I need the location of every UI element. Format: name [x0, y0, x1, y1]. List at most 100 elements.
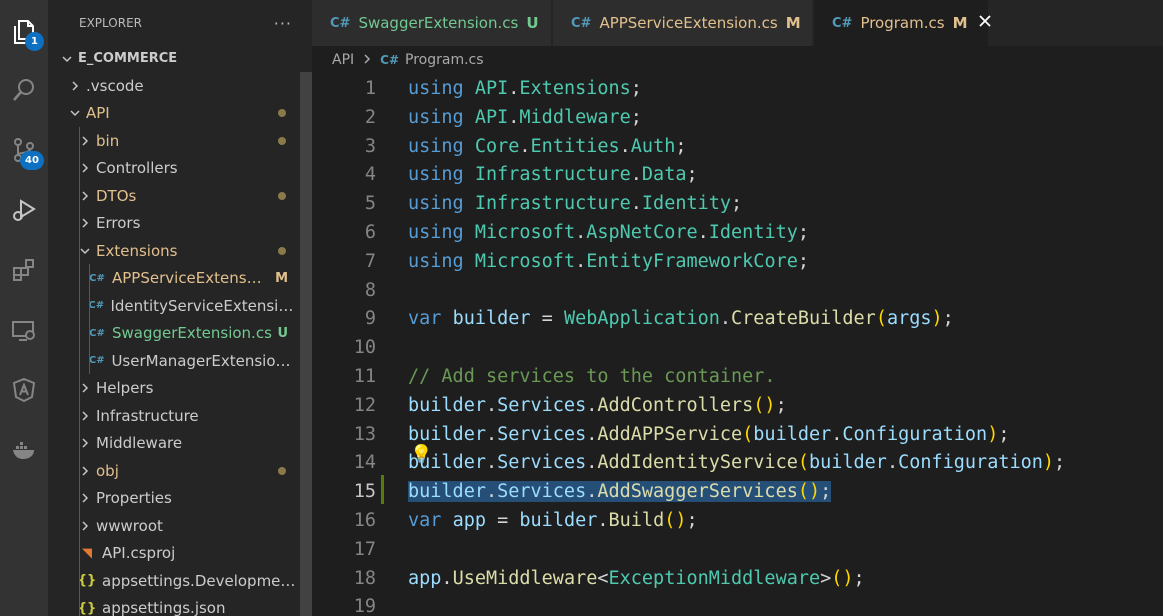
run-debug-icon[interactable]: [0, 186, 48, 234]
code-token: (: [875, 308, 887, 330]
csharp-file-icon: C#: [380, 53, 400, 67]
code-token: builder: [519, 510, 598, 531]
code-line[interactable]: 19: [312, 592, 1163, 616]
close-icon[interactable]: [978, 14, 992, 32]
code-token: .: [485, 452, 498, 474]
code-line[interactable]: 4 using Infrastructure.Data;: [312, 160, 1163, 189]
code-token: (: [742, 423, 754, 445]
code-line[interactable]: 3 using Core.Entities.Auth;: [312, 132, 1163, 161]
more-actions-button[interactable]: ···: [274, 14, 292, 33]
code-text: using Core.Entities.Auth;: [408, 136, 687, 157]
code-line[interactable]: 9 var builder = WebApplication.CreateBuil…: [312, 304, 1163, 333]
code-line[interactable]: 8: [312, 276, 1163, 305]
code-token: builder: [408, 452, 486, 474]
code-token: ;: [820, 481, 832, 503]
extensions-icon[interactable]: [0, 246, 48, 294]
tree-folder[interactable]: obj: [48, 457, 300, 484]
search-icon[interactable]: [0, 66, 48, 114]
code-token: ;: [675, 135, 687, 157]
code-token: .: [619, 135, 631, 157]
chevron-right-icon: [78, 465, 92, 476]
line-number: 15: [353, 481, 376, 503]
code-text: builder.Services.AddIdentityService(buil…: [408, 452, 1065, 473]
code-token: Infrastructure: [474, 164, 631, 186]
code-line[interactable]: 11 // Add services to the container.: [312, 362, 1163, 391]
code-token: var: [408, 510, 442, 531]
code-token: .: [597, 510, 609, 531]
tree-folder[interactable]: bin: [48, 127, 300, 154]
tree-folder[interactable]: Middleware: [48, 430, 300, 457]
code-token: .: [575, 250, 587, 272]
code-line[interactable]: 1 using API.Extensions;: [312, 74, 1163, 103]
code-token: API: [474, 106, 509, 128]
sidebar-scrollbar[interactable]: [300, 72, 312, 616]
code-line[interactable]: 6 using Microsoft.AspNetCore.Identity;: [312, 218, 1163, 247]
breadcrumb-folder[interactable]: API: [332, 52, 354, 68]
code-token: =: [485, 510, 520, 531]
chevron-right-icon: [78, 135, 92, 146]
code-line[interactable]: 14 builder.Services.AddIdentityService(bu…: [312, 448, 1163, 477]
tree-folder[interactable]: Properties: [48, 485, 300, 512]
tree-file[interactable]: C# UserManagerExtension.cs: [48, 347, 300, 374]
tree-folder[interactable]: Controllers: [48, 155, 300, 182]
docker-icon[interactable]: [0, 426, 48, 474]
remote-explorer-icon[interactable]: [0, 306, 48, 354]
workspace-root-label: E_COMMERCE: [78, 51, 178, 66]
chevron-right-icon: [78, 190, 92, 201]
code-line[interactable]: 16 var app = builder.Build();: [312, 506, 1163, 535]
code-token: .: [508, 106, 520, 128]
code-token: ): [1042, 452, 1055, 474]
scm-badge: 40: [20, 151, 44, 170]
code-token: .: [485, 423, 498, 445]
code-line[interactable]: 17: [312, 535, 1163, 564]
files-icon[interactable]: [0, 8, 48, 56]
code-line[interactable]: 15 builder.Services.AddSwaggerServices();: [312, 477, 1163, 506]
chevron-down-icon: [60, 54, 74, 64]
code-token: using: [408, 135, 464, 157]
code-line[interactable]: 10: [312, 333, 1163, 362]
code-token: app: [408, 567, 442, 589]
code-token: ;: [853, 567, 865, 589]
tab-program[interactable]: C# Program.cs M: [814, 0, 992, 46]
breadcrumb-file[interactable]: Program.cs: [405, 52, 484, 68]
tree-folder[interactable]: Helpers: [48, 375, 300, 402]
code-token: Middleware: [519, 106, 631, 128]
code-token: .: [831, 423, 843, 445]
tree-file[interactable]: C# SwaggerExtension.cs U: [48, 320, 300, 347]
tree-file[interactable]: {} appsettings.json: [48, 595, 300, 616]
code-line[interactable]: 18 app.UseMiddleware<ExceptionMiddleware>…: [312, 564, 1163, 593]
tree-file[interactable]: {} appsettings.Development.j...: [48, 567, 300, 594]
code-line[interactable]: 12 builder.Services.AddControllers();: [312, 391, 1163, 420]
code-text: builder.Services.AddAPPService(builder.C…: [408, 424, 1009, 445]
tree-folder[interactable]: .vscode: [48, 72, 300, 99]
code-line[interactable]: 2 using API.Middleware;: [312, 103, 1163, 132]
tree-file[interactable]: C# IdentityServiceExtension.cs: [48, 292, 300, 319]
code-line[interactable]: 13 builder.Services.AddAPPService(builder…: [312, 420, 1163, 449]
tree-file[interactable]: C# APPServiceExtensio... M: [48, 265, 300, 292]
code-line[interactable]: 5 using Infrastructure.Identity;: [312, 189, 1163, 218]
code-token: .: [630, 164, 642, 186]
tree-folder[interactable]: Errors: [48, 210, 300, 237]
tab-app-service-extension[interactable]: C# APPServiceExtension.cs M: [553, 0, 813, 46]
tree-folder[interactable]: API: [48, 100, 300, 127]
code-line[interactable]: 7 using Microsoft.EntityFrameworkCore;: [312, 247, 1163, 276]
tab-swagger-extension[interactable]: C# SwaggerExtension.cs U: [312, 0, 552, 46]
tree-folder[interactable]: wwwroot: [48, 512, 300, 539]
code-token: UseMiddleware: [452, 567, 598, 589]
workspace-root[interactable]: E_COMMERCE: [48, 45, 300, 72]
tree-item-label: .vscode: [86, 76, 144, 95]
angular-icon[interactable]: [0, 366, 48, 414]
tab-status: M: [952, 14, 968, 32]
code-editor[interactable]: 💡 1 using API.Extensions; 2 using API.Middl…: [312, 74, 1163, 616]
code-token: Configuration: [898, 452, 1043, 474]
code-token: using: [408, 106, 464, 128]
tree-folder[interactable]: DTOs: [48, 182, 300, 209]
tree-item-label: DTOs: [96, 186, 137, 205]
tree-file[interactable]: ◥ API.csproj: [48, 540, 300, 567]
tree-folder[interactable]: Infrastructure: [48, 402, 300, 429]
tree-folder[interactable]: Extensions: [48, 237, 300, 264]
chevron-right-icon: [78, 438, 92, 448]
